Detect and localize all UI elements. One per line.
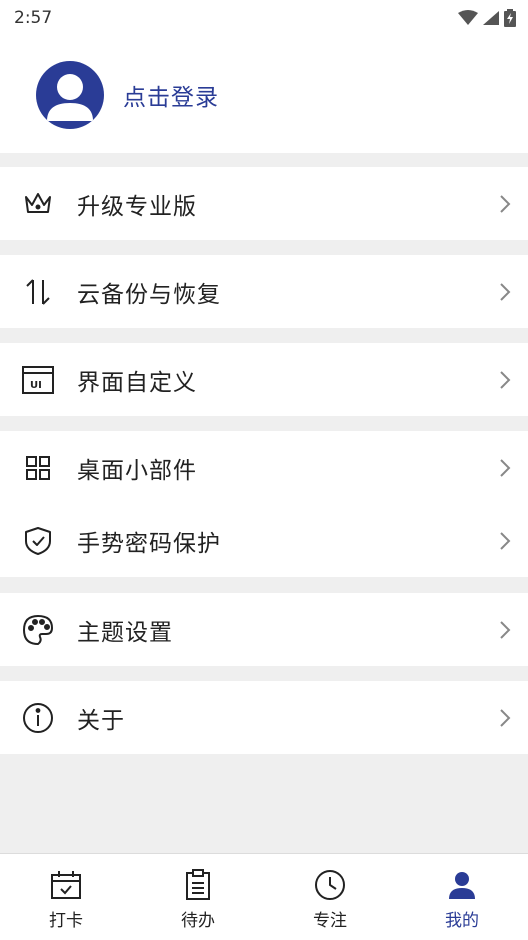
menu-group-backup: 云备份与恢复 — [0, 255, 528, 328]
menu-item-label: 界面自定义 — [77, 369, 197, 396]
wifi-icon — [458, 10, 478, 25]
sync-arrows-icon — [22, 276, 54, 308]
menu-item-label: 云备份与恢复 — [77, 281, 221, 308]
menu-item-label: 主题设置 — [77, 619, 173, 646]
cell-signal-icon — [483, 11, 499, 25]
tab-todo[interactable]: 待办 — [132, 854, 264, 940]
palette-icon — [22, 614, 54, 646]
status-time: 2:57 — [14, 8, 53, 28]
chevron-right-icon — [500, 620, 511, 639]
tab-label: 专注 — [313, 911, 347, 931]
login-link[interactable]: 点击登录 — [123, 78, 219, 112]
menu-group-about: 关于 — [0, 681, 528, 754]
menu-item-upgrade-pro[interactable]: 升级专业版 — [0, 167, 528, 240]
menu-group-ui: UI 界面自定义 — [0, 343, 528, 416]
menu-item-ui-customize[interactable]: UI 界面自定义 — [0, 343, 528, 416]
menu-item-widgets[interactable]: 桌面小部件 — [0, 431, 528, 504]
menu-item-about[interactable]: 关于 — [0, 681, 528, 754]
menu-group-theme: 主题设置 — [0, 593, 528, 666]
tab-label: 我的 — [445, 911, 479, 931]
clock-icon — [313, 868, 347, 902]
ui-window-icon: UI — [22, 364, 54, 396]
chevron-right-icon — [500, 194, 511, 213]
avatar[interactable] — [36, 60, 104, 129]
crown-icon — [22, 188, 54, 220]
chevron-right-icon — [500, 370, 511, 389]
status-icons — [458, 9, 516, 27]
avatar-person-icon — [47, 73, 93, 121]
clipboard-icon — [181, 868, 215, 902]
svg-text:UI: UI — [30, 380, 42, 391]
menu-item-gesture-lock[interactable]: 手势密码保护 — [0, 504, 528, 577]
menu-group-upgrade: 升级专业版 — [0, 167, 528, 240]
menu-item-label: 桌面小部件 — [77, 457, 197, 484]
battery-charging-icon — [504, 9, 516, 27]
status-bar: 2:57 — [0, 0, 528, 36]
calendar-check-icon — [49, 868, 83, 902]
menu-item-label: 升级专业版 — [77, 193, 197, 220]
profile-header[interactable]: 点击登录 — [0, 36, 528, 153]
tab-checkin[interactable]: 打卡 — [0, 854, 132, 940]
menu-item-cloud-backup[interactable]: 云备份与恢复 — [0, 255, 528, 328]
shield-check-icon — [22, 525, 54, 557]
tab-label: 待办 — [181, 911, 215, 931]
menu-item-label: 手势密码保护 — [77, 530, 221, 557]
menu-item-label: 关于 — [77, 707, 125, 734]
widgets-icon — [22, 452, 54, 484]
chevron-right-icon — [500, 531, 511, 550]
chevron-right-icon — [500, 282, 511, 301]
tab-label: 打卡 — [49, 911, 83, 931]
chevron-right-icon — [500, 708, 511, 727]
bottom-tab-bar: 打卡 待办 专注 我的 — [0, 853, 528, 940]
tab-focus[interactable]: 专注 — [264, 854, 396, 940]
info-icon — [22, 702, 54, 734]
menu-group-widgets: 桌面小部件 手势密码保护 — [0, 431, 528, 577]
menu-item-theme[interactable]: 主题设置 — [0, 593, 528, 666]
person-icon — [445, 868, 479, 902]
chevron-right-icon — [500, 458, 511, 477]
tab-mine[interactable]: 我的 — [396, 854, 528, 940]
